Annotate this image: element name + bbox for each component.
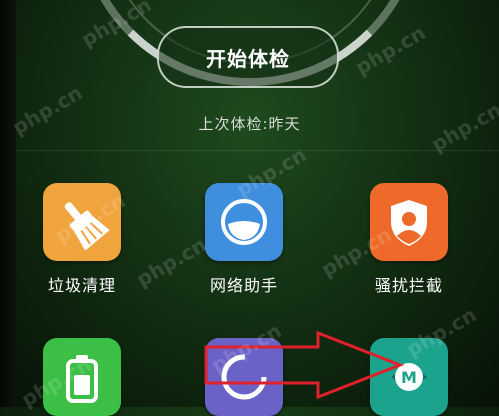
last-check-text: 上次体检:昨天 <box>198 115 301 133</box>
tool-label: 骚扰拦截 <box>374 276 443 295</box>
section-divider <box>16 150 499 151</box>
start-check-button[interactable]: 开始体检 <box>157 26 339 88</box>
network-icon <box>221 199 267 245</box>
tool-label: 垃圾清理 <box>47 276 116 295</box>
device-bezel <box>0 0 16 407</box>
tool-label: 网络助手 <box>209 276 278 295</box>
